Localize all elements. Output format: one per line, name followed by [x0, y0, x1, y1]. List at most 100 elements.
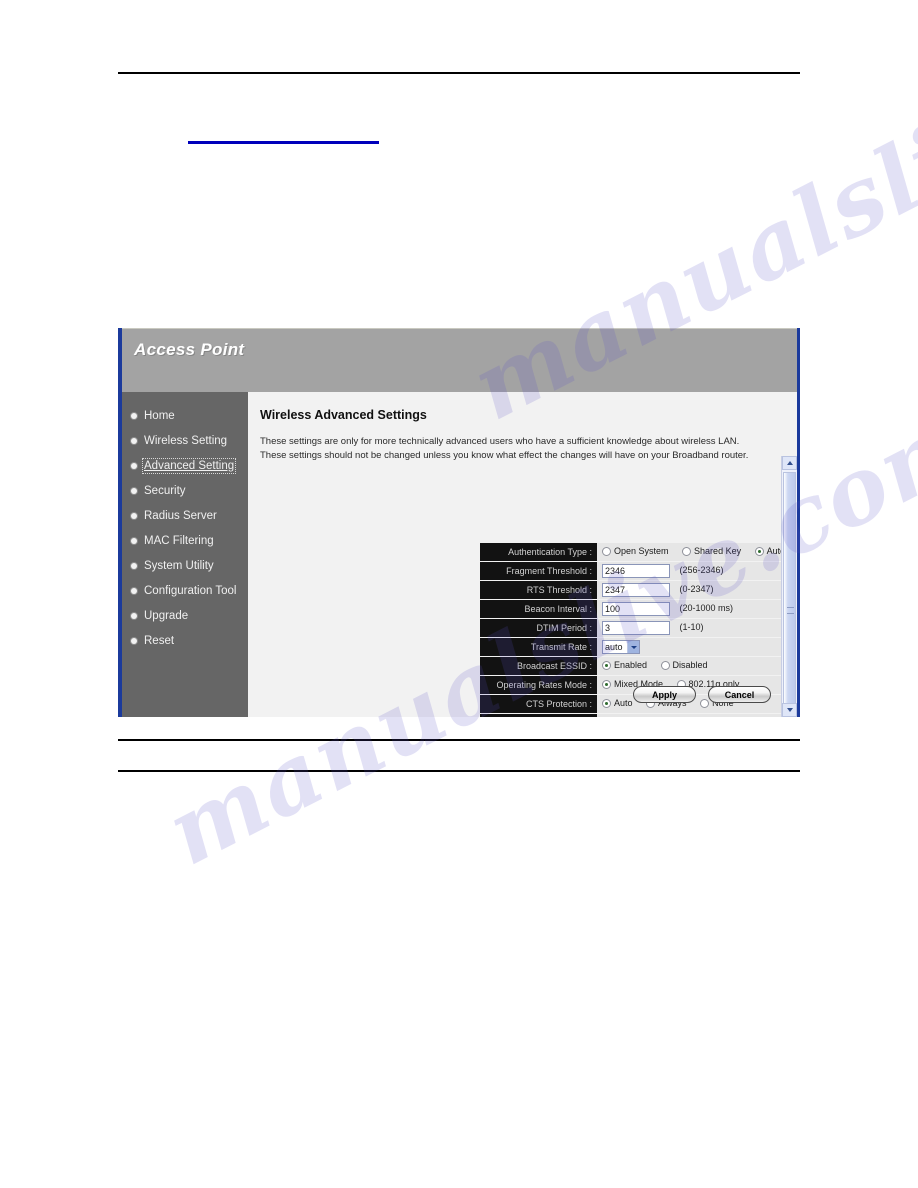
fragment-threshold-value: (256-2346): [597, 562, 797, 580]
radio-shared-key[interactable]: Shared Key: [682, 546, 741, 556]
row-label: Broadcast ESSID :: [480, 657, 597, 675]
radio-label: Disabled: [672, 660, 708, 671]
table-row: RTS Threshold : (0-2347): [480, 581, 797, 599]
bullet-icon: [131, 512, 137, 519]
transmit-burst-mode-options: Enable Disable: [597, 714, 797, 717]
scrollbar-thumb[interactable]: [783, 472, 796, 717]
sidebar-item-mac-filtering[interactable]: MAC Filtering: [122, 528, 248, 553]
page-title: Wireless Advanced Settings: [260, 408, 427, 422]
transmit-rate-select[interactable]: auto: [602, 640, 640, 654]
radio-label: Enabled: [614, 660, 648, 671]
bullet-icon: [131, 487, 137, 494]
radio-icon: [602, 679, 611, 689]
blank-hyperlink-underline[interactable]: [188, 141, 379, 144]
sidebar-item-upgrade[interactable]: Upgrade: [122, 603, 248, 628]
radio-icon: [602, 698, 611, 708]
radio-essid-disabled[interactable]: Disabled: [660, 660, 708, 671]
radio-icon: [754, 546, 764, 556]
bullet-icon: [131, 537, 137, 544]
dtim-period-input[interactable]: [602, 621, 670, 635]
scrollbar-grip-icon: [787, 607, 794, 614]
form-actions: Apply Cancel: [633, 686, 771, 703]
bullet-icon: [131, 462, 137, 469]
row-label: Beacon Interval :: [480, 600, 597, 618]
scroll-up-arrow-icon[interactable]: [782, 456, 797, 470]
panel-body: Home Wireless Setting Advanced Setting S…: [122, 392, 797, 717]
sidebar-item-label: Security: [144, 484, 186, 497]
cancel-button[interactable]: Cancel: [708, 686, 771, 703]
range-hint: (256-2346): [679, 565, 724, 576]
row-label: Operating Rates Mode :: [480, 676, 597, 694]
radio-cts-auto[interactable]: Auto: [602, 698, 633, 708]
row-label: Transmit Rate :: [480, 638, 597, 656]
bullet-icon: [131, 437, 137, 444]
table-row: DTIM Period : (1-10): [480, 619, 797, 637]
row-label: Fragment Threshold :: [480, 562, 597, 580]
authentication-type-options: Open System Shared Key Auto: [597, 543, 797, 561]
sidebar-item-label: Home: [144, 409, 175, 422]
sidebar-item-radius-server[interactable]: Radius Server: [122, 503, 248, 528]
sidebar-item-reset[interactable]: Reset: [122, 628, 248, 653]
range-hint: (20-1000 ms): [679, 603, 734, 614]
table-row: Authentication Type : Open System Shared…: [480, 543, 797, 561]
range-hint: (0-2347): [679, 584, 714, 595]
sidebar-item-advanced-setting[interactable]: Advanced Setting: [122, 453, 248, 478]
radio-essid-enabled[interactable]: Enabled: [602, 660, 647, 670]
sidebar-nav: Home Wireless Setting Advanced Setting S…: [122, 392, 248, 717]
apply-button[interactable]: Apply: [633, 686, 696, 703]
sidebar-item-wireless-setting[interactable]: Wireless Setting: [122, 428, 248, 453]
select-value: auto: [605, 642, 623, 652]
vertical-scrollbar[interactable]: [781, 456, 797, 717]
bullet-icon: [131, 562, 137, 569]
radio-icon: [660, 660, 670, 670]
range-hint: (1-10): [679, 622, 704, 633]
router-admin-panel: Access Point Home Wireless Setting Advan…: [118, 328, 800, 717]
rts-threshold-value: (0-2347): [597, 581, 797, 599]
radio-label: Shared Key: [694, 546, 742, 557]
radio-label: Auto: [614, 698, 633, 709]
row-label: Transmit Burst Mode :: [480, 714, 597, 717]
app-title: Access Point: [134, 340, 245, 359]
scroll-down-arrow-icon[interactable]: [782, 703, 797, 717]
page-rule-top: [118, 72, 800, 74]
beacon-interval-value: (20-1000 ms): [597, 600, 797, 618]
radio-icon: [602, 546, 611, 556]
table-row: Broadcast ESSID : Enabled Disabled: [480, 657, 797, 675]
sidebar-item-label: MAC Filtering: [144, 534, 214, 547]
sidebar-item-configuration-tool[interactable]: Configuration Tool: [122, 578, 248, 603]
page-rule-bottom-2: [118, 770, 800, 772]
radio-label: Open System: [614, 546, 669, 557]
radio-open-system[interactable]: Open System: [602, 546, 669, 556]
sidebar-item-label: Upgrade: [144, 609, 189, 622]
table-row: Transmit Burst Mode : Enable Disable: [480, 714, 797, 717]
transmit-rate-value: auto: [597, 638, 797, 656]
bullet-icon: [131, 412, 137, 419]
sidebar-item-system-utility[interactable]: System Utility: [122, 553, 248, 578]
row-label: DTIM Period :: [480, 619, 597, 637]
bullet-icon: [131, 612, 137, 619]
sidebar-item-label: System Utility: [144, 559, 214, 572]
sidebar-item-label: Configuration Tool: [144, 584, 237, 597]
table-row: Transmit Rate : auto: [480, 638, 797, 656]
sidebar-item-label: Advanced Setting: [141, 457, 237, 474]
beacon-interval-input[interactable]: [602, 602, 670, 616]
sidebar-item-label: Reset: [144, 634, 175, 647]
dtim-period-value: (1-10): [597, 619, 797, 637]
table-row: Beacon Interval : (20-1000 ms): [480, 600, 797, 618]
row-label: CTS Protection :: [480, 695, 597, 713]
app-banner: Access Point: [122, 328, 797, 393]
chevron-down-icon: [627, 641, 639, 653]
page-description: These settings are only for more technic…: [260, 436, 749, 461]
fragment-threshold-input[interactable]: [602, 564, 670, 578]
sidebar-item-home[interactable]: Home: [122, 403, 248, 428]
sidebar-item-label: Wireless Setting: [144, 434, 228, 447]
row-label: RTS Threshold :: [480, 581, 597, 599]
table-row: Fragment Threshold : (256-2346): [480, 562, 797, 580]
sidebar-item-security[interactable]: Security: [122, 478, 248, 503]
page-rule-bottom-1: [118, 739, 800, 741]
bullet-icon: [131, 587, 137, 594]
bullet-icon: [131, 637, 137, 644]
main-content: Wireless Advanced Settings These setting…: [248, 392, 797, 717]
broadcast-essid-options: Enabled Disabled: [597, 657, 797, 675]
rts-threshold-input[interactable]: [602, 583, 670, 597]
